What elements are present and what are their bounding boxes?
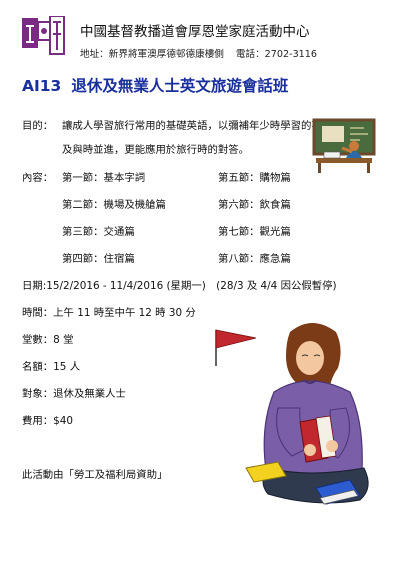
student-studying-illustration — [312, 118, 376, 173]
purpose-line-1: 讓成人學習旅行常用的基礎英語，以彌補年少時學習的不足 — [62, 120, 333, 132]
organization-logo — [22, 16, 65, 55]
course-code: AI13 — [22, 77, 62, 95]
course-name: 退休及無業人士英文旅遊會話班 — [71, 77, 289, 95]
reading-woman-illustration — [215, 323, 369, 505]
date-line: 日期:15/2/2016 - 11/4/2016 (星期一) (28/3 及 4… — [22, 280, 337, 292]
organization-contact: 地址：新界將軍澳厚德邨德康樓側 電話：2702-3116 — [80, 46, 317, 60]
quota-line: 名額：15 人 — [22, 361, 81, 373]
content-label: 內容： — [22, 172, 54, 184]
session-item: 第七節：觀光篇 — [218, 226, 291, 238]
session-item: 第一節：基本字詞 — [62, 172, 146, 184]
session-item: 第四節：住宿篇 — [62, 253, 135, 265]
open-book-icon — [299, 415, 337, 463]
address-text: 地址：新界將軍澳厚德邨德康樓側 — [80, 49, 224, 60]
funding-note: 此活動由「勞工及福利局資助」 — [22, 469, 168, 481]
target-line: 對象：退休及無業人士 — [22, 388, 126, 400]
session-item: 第八節：應急篇 — [218, 253, 291, 265]
course-title: AI13 退休及無業人士英文旅遊會話班 — [22, 74, 288, 96]
session-item: 第六節：飲食篇 — [218, 199, 291, 211]
session-item: 第二節：機場及機艙篇 — [62, 199, 166, 211]
purpose-label: 目的： — [22, 120, 54, 132]
fee-line: 費用：$40 — [22, 415, 74, 427]
purpose-line-2: 及與時並進，更能應用於旅行時的對答。 — [62, 144, 250, 156]
pennant-icon — [215, 329, 257, 366]
session-count-line: 堂數：8 堂 — [22, 334, 74, 346]
organization-name: 中國基督教播道會厚恩堂家庭活動中心 — [80, 24, 310, 40]
time-line: 時間：上午 11 時至中午 12 時 30 分 — [22, 307, 196, 319]
session-item: 第五節：購物篇 — [218, 172, 291, 184]
session-item: 第三節：交通篇 — [62, 226, 135, 238]
phone-text: 電話：2702-3116 — [235, 49, 317, 60]
